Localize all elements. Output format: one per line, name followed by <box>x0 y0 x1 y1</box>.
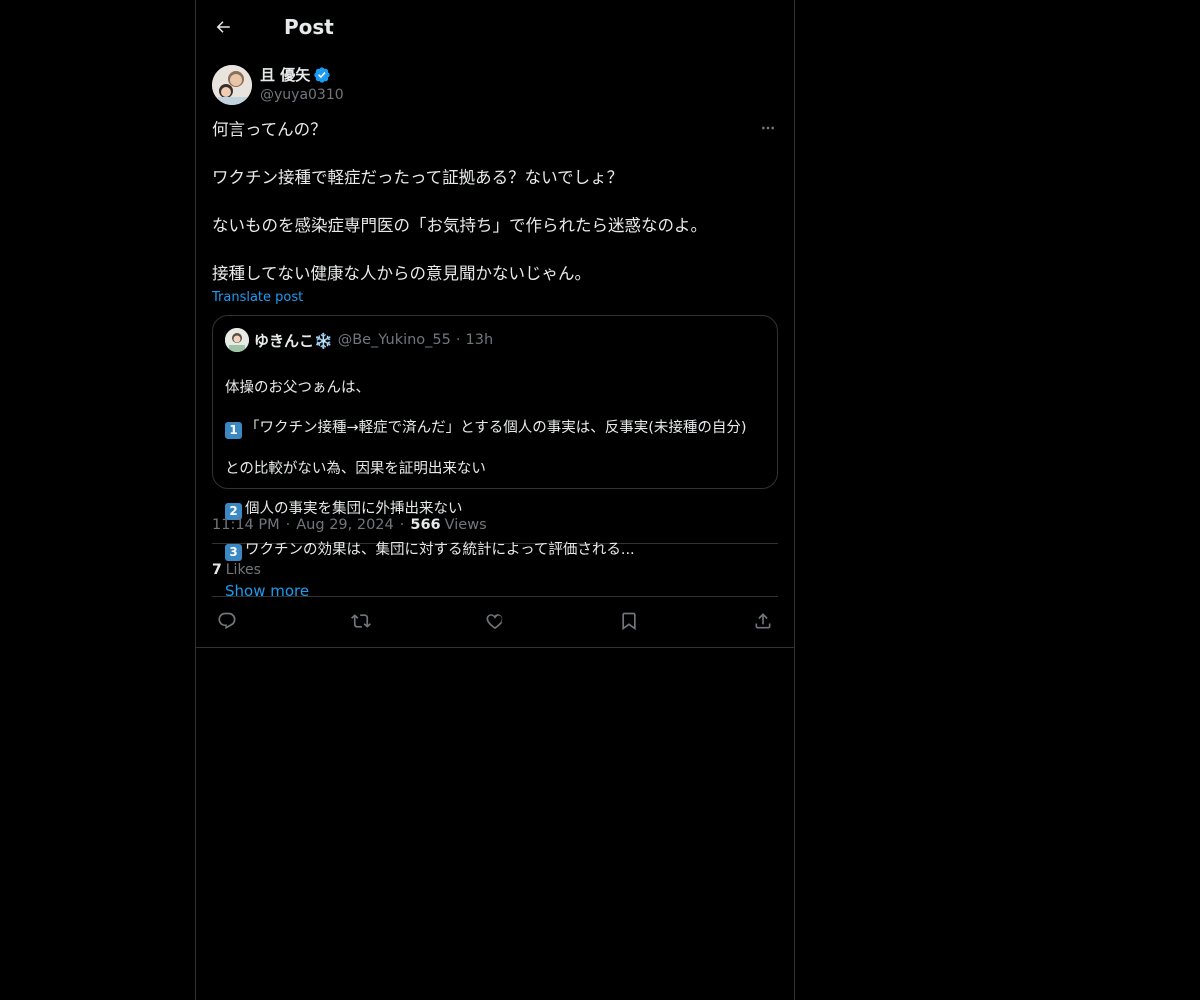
share-button[interactable] <box>752 610 774 632</box>
avatar[interactable] <box>212 65 252 105</box>
more-options-button[interactable] <box>758 118 778 138</box>
post-text: 何言ってんの？ ワクチン接種で軽症だったって証拠ある？ないでしょ？ ないものを感… <box>212 120 707 283</box>
keycap-3-icon: 3 <box>225 544 242 561</box>
post-date[interactable]: Aug 29, 2024 <box>296 517 394 533</box>
like-button[interactable] <box>484 610 506 632</box>
bookmark-icon <box>622 612 636 631</box>
quote-display-name: ゆきんこ❄️ <box>254 331 333 350</box>
reply-button[interactable] <box>216 610 238 632</box>
likes-count: 7 <box>212 562 222 578</box>
repost-icon <box>351 614 371 628</box>
views-count: 566 <box>410 517 441 533</box>
meta-separator: · <box>285 517 291 533</box>
meta-separator: · <box>399 517 405 533</box>
quote-avatar <box>225 328 249 352</box>
views-label: Views <box>444 517 487 533</box>
quote-header: ゆきんこ❄️ @Be_Yukino_55 · 13h <box>225 328 765 352</box>
post: 且 優矢 @yuya0310 何言ってんの？ ワクチン接種で軽症だったって証拠あ… <box>196 54 794 648</box>
quote-handle: @Be_Yukino_55 <box>337 332 451 348</box>
post-time[interactable]: 11:14 PM <box>212 517 280 533</box>
author-info: 且 優矢 @yuya0310 <box>260 65 344 105</box>
quote-separator: · <box>455 332 461 348</box>
quote-time: 13h <box>465 332 494 348</box>
verified-badge-icon <box>314 67 330 83</box>
post-detail-column: Post 且 優矢 @yuya0310 何言ってんの？ ワクチン接種で軽症だった… <box>195 0 795 1000</box>
repost-button[interactable] <box>350 610 372 632</box>
author-row: 且 優矢 @yuya0310 <box>212 54 778 110</box>
quote-item-1-continued: との比較がない為、因果を証明出来ない <box>225 461 486 477</box>
quote-item-1: 1 「ワクチン接種→軽症で済んだ」とする個人の事実は、反事実(未接種の自分) <box>225 418 765 439</box>
quoted-post[interactable]: ゆきんこ❄️ @Be_Yukino_55 · 13h 体操のお父つぁんは、 1 「… <box>212 315 778 600</box>
avatar-image <box>212 65 252 105</box>
keycap-1-icon: 1 <box>225 422 242 439</box>
quote-line-1: 体操のお父つぁんは、 <box>225 380 370 396</box>
top-bar: Post <box>196 0 794 54</box>
back-button[interactable] <box>212 16 234 38</box>
author-display-name[interactable]: 且 優矢 <box>260 65 310 85</box>
reply-icon <box>218 612 236 630</box>
arrow-left-icon <box>216 21 230 33</box>
likes-label: Likes <box>225 562 261 578</box>
translate-post-link[interactable]: Translate post <box>212 290 303 305</box>
like-icon <box>486 614 503 630</box>
quote-avatar-image <box>225 328 249 352</box>
author-handle[interactable]: @yuya0310 <box>260 85 344 105</box>
action-bar <box>212 597 778 645</box>
bookmark-button[interactable] <box>618 610 640 632</box>
share-icon <box>755 613 771 629</box>
page-title: Post <box>284 15 334 39</box>
more-icon <box>762 126 774 130</box>
